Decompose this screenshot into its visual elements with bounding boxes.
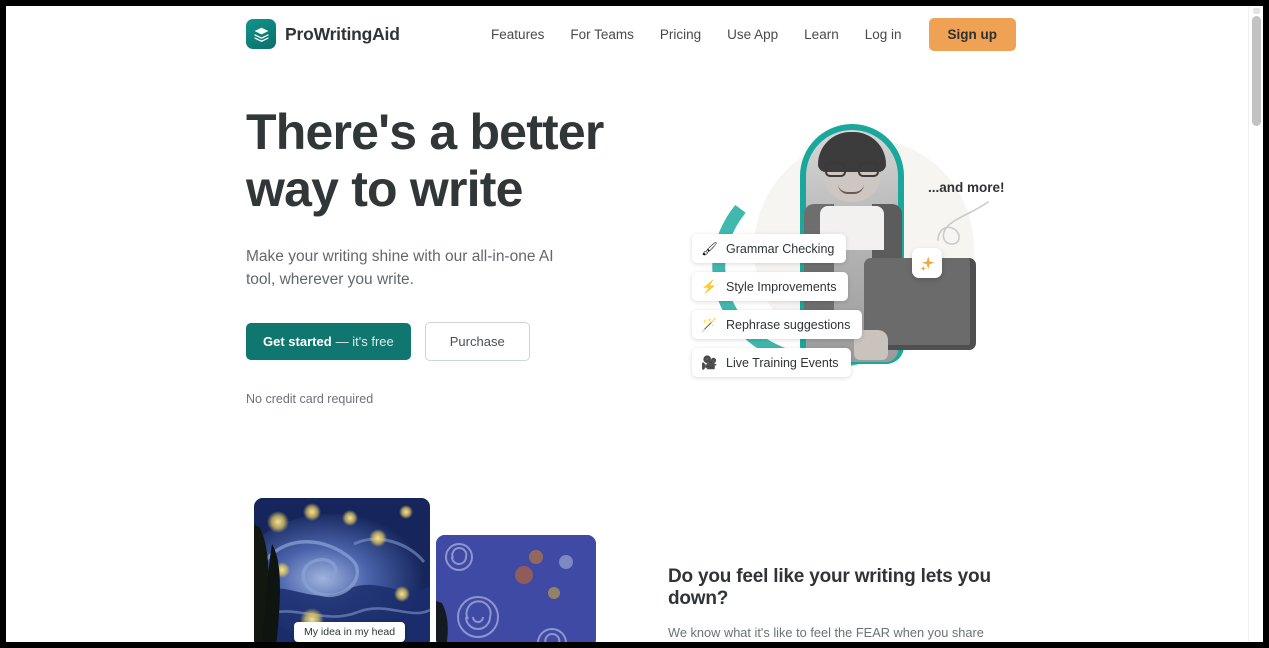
section-two-body: We know what it's like to feel the FEAR … <box>668 625 984 640</box>
hero-illustration: ...and more! 🖌 Grammar Checking ⚡ Style … <box>666 102 1026 402</box>
nav-item-for-teams[interactable]: For Teams <box>557 19 647 50</box>
page-content: ProWritingAid Features For Teams Pricing… <box>6 6 1248 642</box>
chip-label: Live Training Events <box>726 355 839 370</box>
book-pages-icon <box>246 19 276 49</box>
no-credit-card-note: No credit card required <box>246 392 374 406</box>
browser-viewport: ProWritingAid Features For Teams Pricing… <box>6 6 1263 642</box>
hero-subtitle: Make your writing shine with our all-in-… <box>246 248 554 288</box>
lightning-bolt-icon: ⚡ <box>701 279 718 294</box>
get-started-label: Get started <box>263 334 332 349</box>
brand-name: ProWritingAid <box>285 23 400 44</box>
and-more-label: ...and more! <box>928 180 1005 195</box>
nav-item-log-in[interactable]: Log in <box>852 19 915 50</box>
brand-logo-link[interactable]: ProWritingAid <box>246 19 400 49</box>
nav-item-learn[interactable]: Learn <box>791 19 852 50</box>
feature-chip-style-improvements[interactable]: ⚡ Style Improvements <box>692 272 849 301</box>
chip-label: Style Improvements <box>726 279 837 294</box>
primary-navigation: Features For Teams Pricing Use App Learn… <box>478 18 1016 51</box>
get-started-free-suffix: — it's free <box>335 334 394 349</box>
sparkle-icon <box>912 248 942 278</box>
purchase-button[interactable]: Purchase <box>424 322 530 361</box>
vertical-scrollbar[interactable] <box>1248 6 1263 642</box>
nav-item-pricing[interactable]: Pricing <box>647 19 714 50</box>
glasses-icon <box>825 162 879 177</box>
film-camera-icon: 🎥 <box>701 355 718 370</box>
scrollbar-top-cap[interactable] <box>1253 8 1260 14</box>
feature-chip-grammar-checking[interactable]: 🖌 Grammar Checking <box>692 234 847 263</box>
hero-cta-row: Get started — it's free Purchase <box>246 322 646 361</box>
image-caption: My idea in my head <box>294 622 406 642</box>
hero-section: There's a better way to write Make your … <box>246 104 646 406</box>
magic-wand-icon: 🪄 <box>701 317 718 332</box>
section-two-title: Do you feel like your writing lets you d… <box>668 566 991 609</box>
get-started-button[interactable]: Get started — it's free <box>246 323 411 360</box>
chip-label: Grammar Checking <box>726 241 835 256</box>
scrollbar-thumb[interactable] <box>1252 16 1261 126</box>
hero-title: There's a better way to write <box>246 104 604 217</box>
feature-chip-rephrase-suggestions[interactable]: 🪄 Rephrase suggestions <box>692 310 863 339</box>
feature-chip-list: 🖌 Grammar Checking ⚡ Style Improvements … <box>692 234 863 386</box>
nav-item-features[interactable]: Features <box>478 19 557 50</box>
section-two-copy: Do you feel like your writing lets you d… <box>668 566 1018 642</box>
feature-chip-live-training-events[interactable]: 🎥 Live Training Events <box>692 348 851 377</box>
site-header: ProWritingAid Features For Teams Pricing… <box>6 6 1248 62</box>
chip-label: Rephrase suggestions <box>726 317 851 332</box>
plain-drawing-image <box>436 535 596 642</box>
nav-item-use-app[interactable]: Use App <box>714 19 791 50</box>
curly-arrow-icon <box>937 201 989 245</box>
starry-night-image: My idea in my head <box>254 498 430 642</box>
comparison-illustration: My idea in my head <box>254 498 604 642</box>
feather-pen-icon: 🖌 <box>701 241 718 256</box>
sign-up-button[interactable]: Sign up <box>928 18 1016 51</box>
